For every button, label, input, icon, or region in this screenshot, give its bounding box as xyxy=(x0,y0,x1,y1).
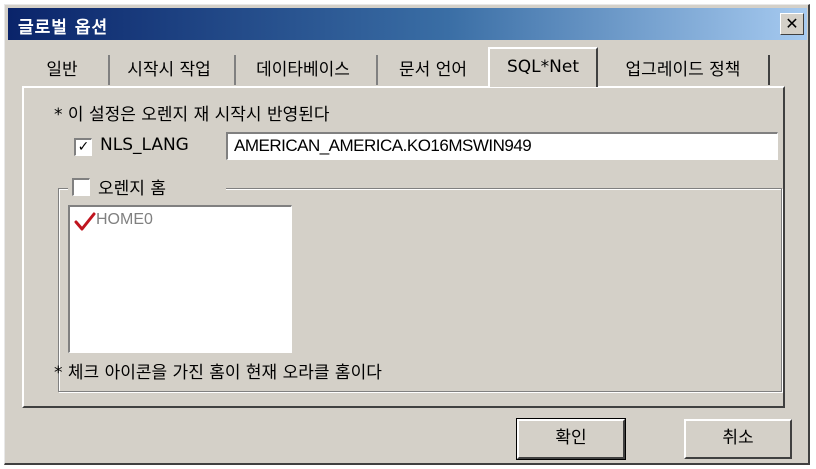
ok-button[interactable]: 확인 xyxy=(516,418,626,460)
tab-database[interactable]: 데이타베이스 xyxy=(234,55,370,85)
checkmark-icon: ✓ xyxy=(77,139,90,155)
close-icon: ✕ xyxy=(785,14,799,33)
tab-upgrade-policy[interactable]: 업그레이드 정책 xyxy=(596,55,770,85)
sqlnet-panel: * 이 설정은 오렌지 재 시작시 반영된다 ✓ NLS_LANG AMERIC… xyxy=(22,86,785,408)
red-check-icon xyxy=(74,212,96,231)
nls-lang-input[interactable]: AMERICAN_AMERICA.KO16MSWIN949 xyxy=(226,132,778,160)
tab-label: 데이타베이스 xyxy=(256,60,350,80)
tab-strip: 일반 시작시 작업 데이타베이스 문서 언어 SQL*Net 업그레이드 정책 xyxy=(24,47,784,87)
close-button[interactable]: ✕ xyxy=(780,13,804,35)
tab-document-language[interactable]: 문서 언어 xyxy=(376,55,488,85)
nls-lang-label: NLS_LANG xyxy=(100,135,189,155)
restart-note: * 이 설정은 오렌지 재 시작시 반영된다 xyxy=(54,105,330,125)
cancel-button[interactable]: 취소 xyxy=(684,419,792,459)
tab-label: 일반 xyxy=(46,60,78,80)
title-bar[interactable]: 글로벌 옵션 ✕ xyxy=(8,8,807,40)
window-title: 글로벌 옵션 xyxy=(18,18,109,38)
orange-home-label: 오렌지 홈 xyxy=(98,179,166,199)
orange-home-checkbox[interactable] xyxy=(72,178,90,196)
nls-lang-checkbox[interactable]: ✓ xyxy=(74,138,92,156)
check-icon-note: * 체크 아이콘을 가진 홈이 현재 오라클 홈이다 xyxy=(54,363,382,383)
orange-home-legend: 오렌지 홈 xyxy=(68,174,226,200)
home-name: HOME0 xyxy=(96,211,153,228)
tab-label: 시작시 작업 xyxy=(127,60,211,80)
tab-label: 문서 언어 xyxy=(399,60,467,80)
home-list[interactable]: HOME0 xyxy=(68,205,292,353)
tab-label: 업그레이드 정책 xyxy=(625,60,741,80)
tab-label: SQL*Net xyxy=(507,57,579,77)
tab-general[interactable]: 일반 xyxy=(24,55,100,85)
tab-startup-tasks[interactable]: 시작시 작업 xyxy=(108,55,228,85)
tab-sqlnet[interactable]: SQL*Net xyxy=(488,47,598,87)
